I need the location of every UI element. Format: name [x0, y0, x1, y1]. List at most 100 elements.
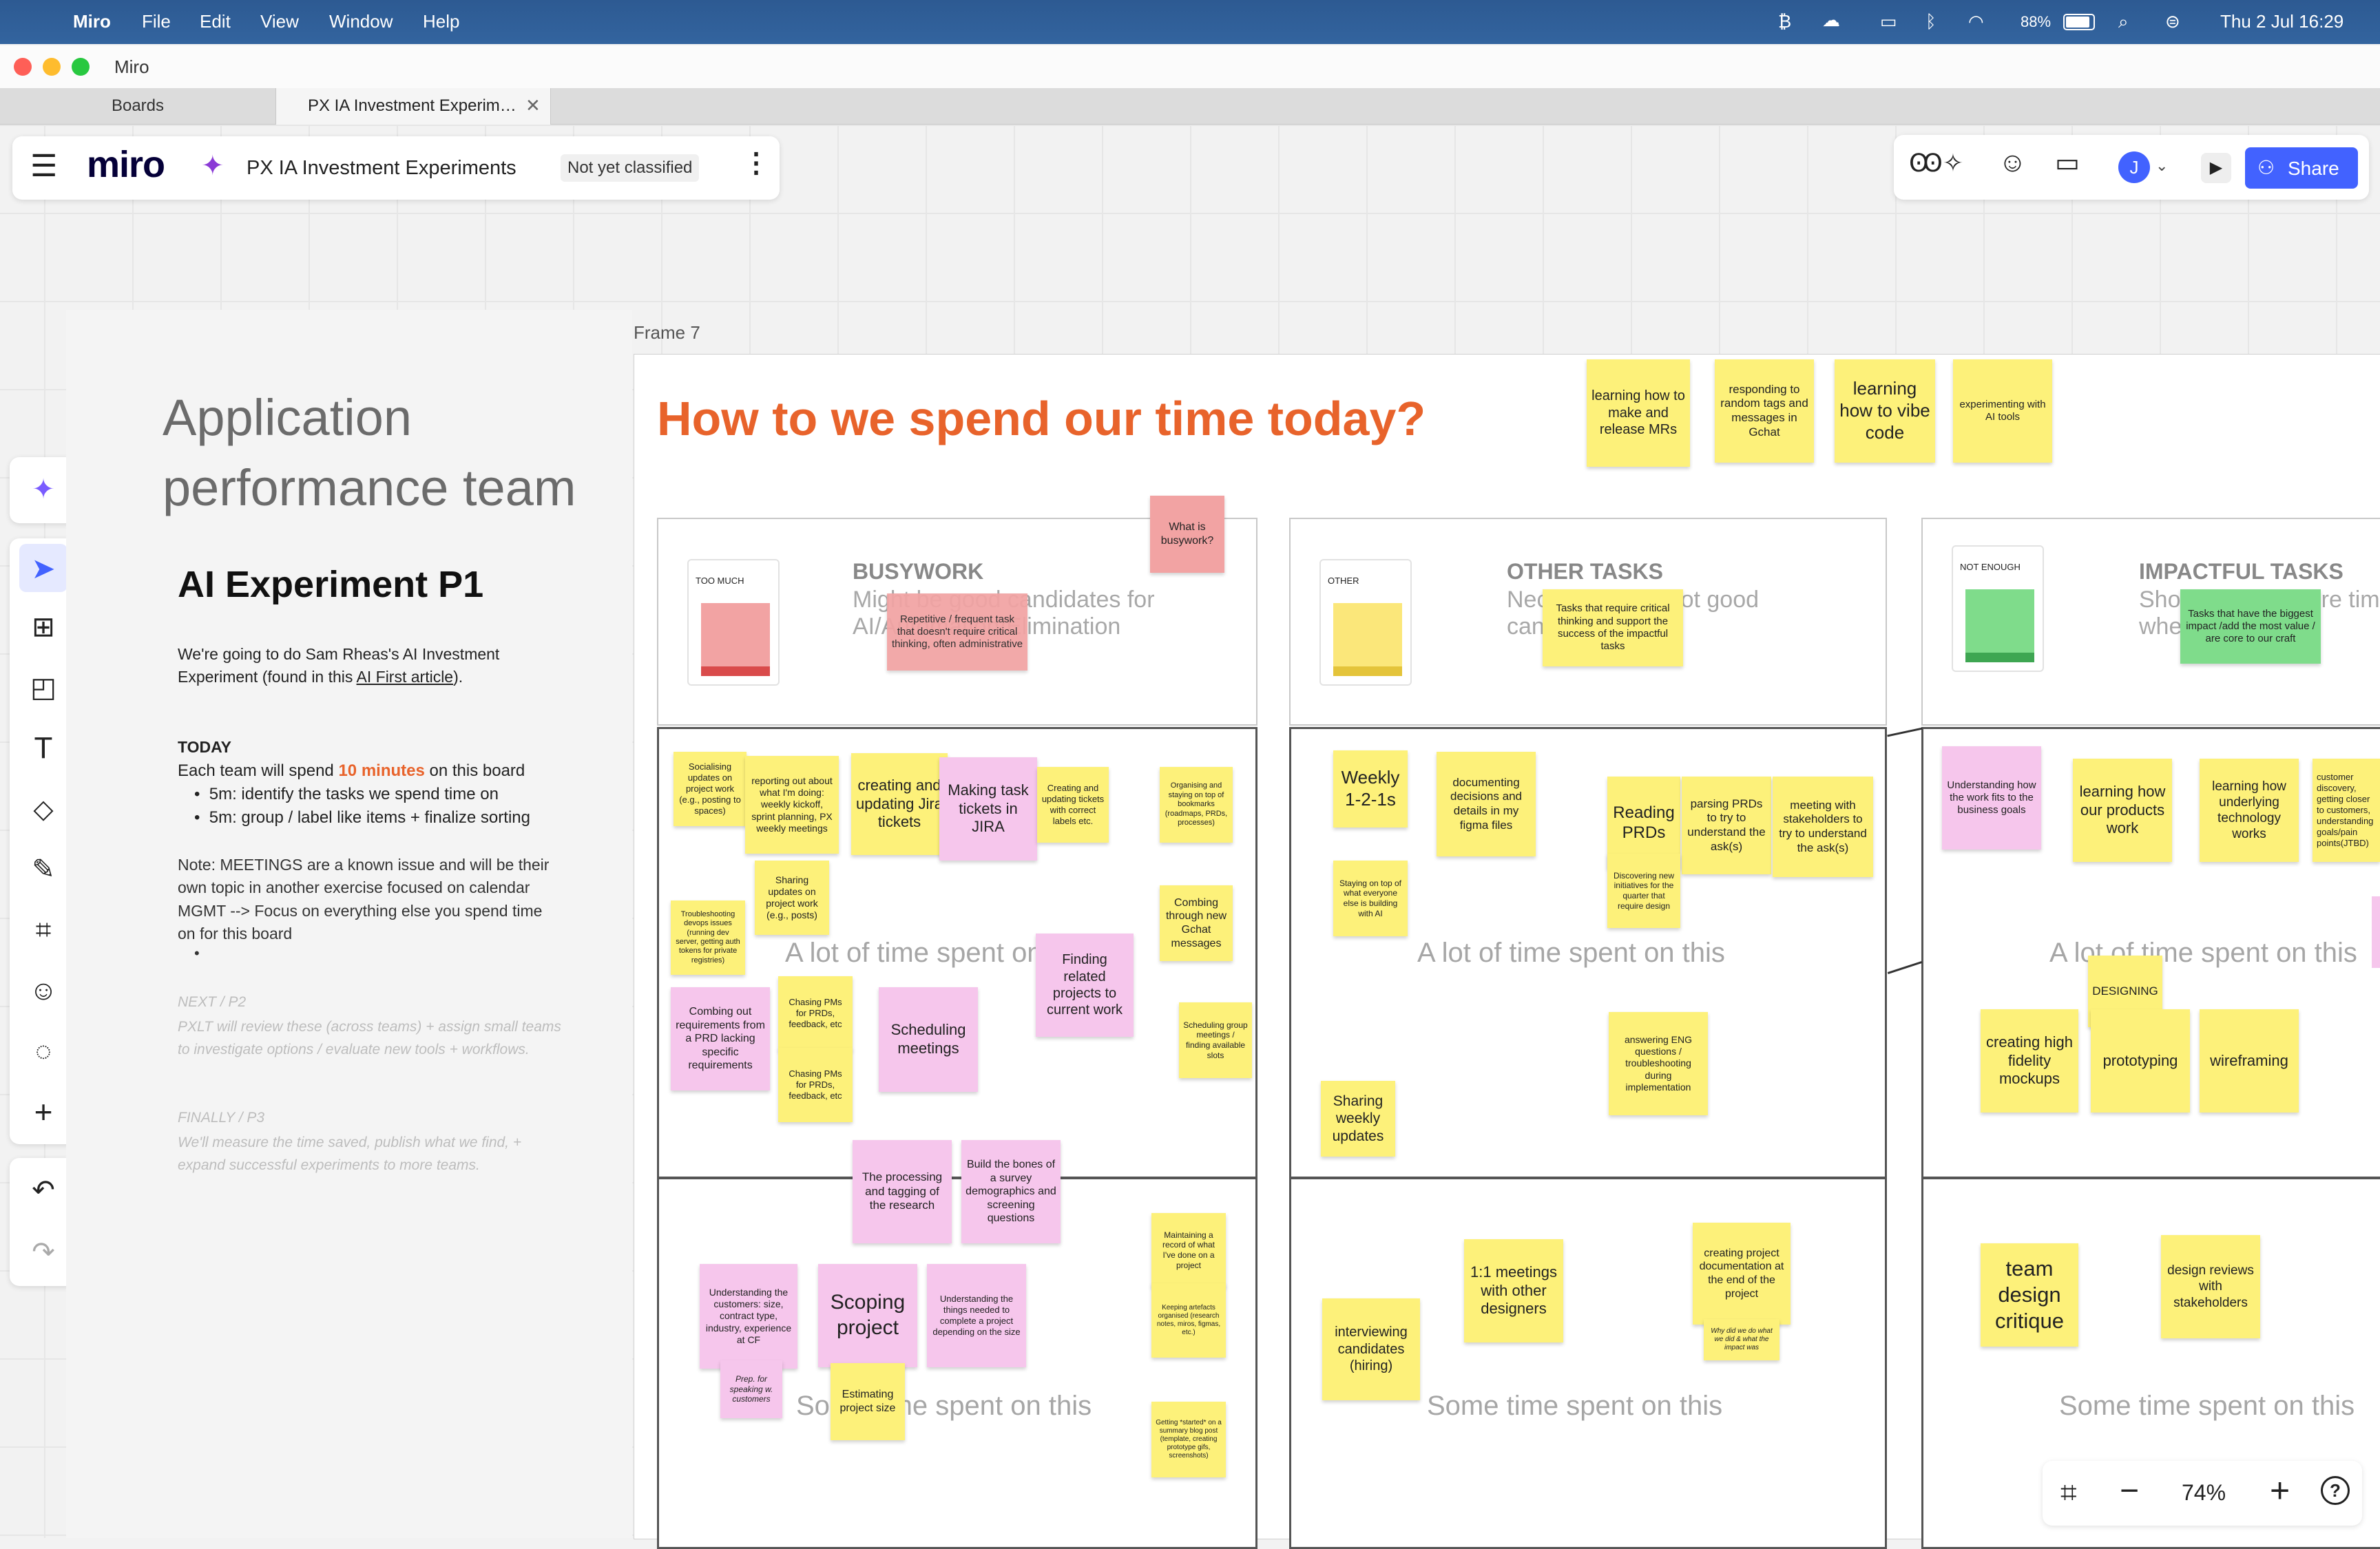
finally-text[interactable]: We'll measure the time saved, publish wh… [178, 1132, 563, 1177]
sticky-note[interactable]: Understanding the things needed to compl… [927, 1264, 1026, 1367]
classification-badge[interactable]: Not yet classified [561, 154, 700, 182]
sticky-note[interactable]: creating and updating Jira tickets [851, 753, 948, 855]
sticky-note[interactable]: learning how underlying technology works [2200, 759, 2299, 862]
sticky-note[interactable]: Combing through new Gchat messages [1160, 885, 1233, 961]
sticky-note[interactable]: responding to random tags and messages i… [1715, 359, 1814, 463]
sticky-note[interactable]: answering ENG questions / troubleshootin… [1609, 1012, 1708, 1115]
busywork-title[interactable]: BUSYWORK [853, 559, 983, 584]
impactful-title[interactable]: IMPACTFUL TASKS [2139, 559, 2344, 584]
sticky-note[interactable]: Creating and updating tickets with corre… [1037, 767, 1109, 843]
sticky-note[interactable]: experimenting with AI tools [1953, 359, 2052, 463]
sticky-note[interactable]: Understanding the customers: size, contr… [700, 1264, 797, 1369]
sticky-note[interactable]: Making task tickets in JIRA [939, 757, 1037, 861]
redo-icon[interactable]: ↷ [19, 1228, 67, 1276]
add-more-icon[interactable]: + [19, 1088, 67, 1136]
shapes-icon[interactable]: ◇ [19, 785, 67, 833]
sticky-note[interactable]: Tasks that have the biggest impact /add … [2180, 589, 2321, 664]
tab-boards[interactable]: Boards [0, 88, 275, 124]
sticky-note[interactable]: Socialising updates on project work (e.g… [674, 752, 747, 826]
sticky-note[interactable]: Why did we do what we did & what the imp… [1704, 1319, 1779, 1360]
main-menu-icon[interactable]: ☰ [30, 149, 57, 184]
sticky-note[interactable]: meeting with stakeholders to try to unde… [1773, 777, 1873, 877]
sticky-note[interactable]: learning how to make and release MRs [1587, 359, 1690, 467]
sticky-note[interactable]: reporting out about what I'm doing: week… [745, 756, 839, 854]
board-name[interactable]: PX IA Investment Experiments [247, 157, 516, 180]
sticky-note-edge[interactable] [2372, 896, 2380, 968]
sticky-note[interactable]: Weekly 1-2-1s [1333, 750, 1408, 828]
menu-app-name[interactable]: Miro [73, 11, 111, 32]
reactions-icon[interactable]: Ꙭ✧ [1909, 149, 1963, 178]
comments-bubble-icon[interactable]: ☺ [1998, 147, 2027, 178]
menu-window[interactable]: Window [329, 11, 393, 32]
sticky-note[interactable]: wireframing [2200, 1009, 2299, 1113]
status-app-icon[interactable]: ₿ [1778, 11, 1791, 32]
team-title[interactable]: Application performance team [163, 383, 617, 523]
sticky-note[interactable]: prototyping [2091, 1009, 2190, 1113]
sticky-note[interactable]: Sharing weekly updates [1321, 1081, 1395, 1157]
sticky-note[interactable]: What is busywork? [1150, 496, 1224, 573]
sticky-note[interactable]: customer discovery, getting closer to cu… [2313, 759, 2380, 862]
sticky-note[interactable]: The processing and tagging of the resear… [853, 1140, 952, 1243]
comment-icon[interactable]: ◌ [19, 1027, 67, 1075]
sticky-note[interactable]: Maintaining a record of what I've done o… [1151, 1213, 1226, 1287]
stickers-icon[interactable]: ☺ [19, 967, 67, 1015]
tab-active-board[interactable]: PX IA Investment Experim… ✕ [275, 88, 551, 125]
sticky-note[interactable]: Prep. for speaking w. customers [720, 1360, 782, 1418]
legend-card-busywork[interactable]: TOO MUCH [687, 559, 780, 686]
sticky-note[interactable]: Chasing PMs for PRDs, feedback, etc [778, 976, 853, 1051]
meetings-note[interactable]: Note: MEETINGS are a known issue and wil… [178, 854, 563, 945]
sticky-note[interactable]: Estimating project size [831, 1363, 905, 1440]
sticky-note[interactable]: learning how to vibe code [1835, 359, 1935, 463]
sticky-note[interactable]: learning how our products work [2073, 759, 2172, 862]
sticky-note[interactable]: Organising and staying on top of bookmar… [1160, 767, 1233, 843]
sticky-note[interactable]: interviewing candidates (hiring) [1322, 1298, 1420, 1400]
menu-help[interactable]: Help [423, 11, 459, 32]
window-minimize-button[interactable] [43, 58, 61, 76]
sticky-note[interactable]: Discovering new initiatives for the quar… [1607, 854, 1680, 928]
help-icon[interactable]: ? [2321, 1476, 2350, 1505]
legend-card-impactful[interactable]: NOT ENOUGH [1952, 545, 2044, 672]
text-tool-icon[interactable]: T [19, 724, 67, 772]
sticky-note[interactable]: 1:1 meetings with other designers [1464, 1239, 1563, 1342]
legend-card-other[interactable]: OTHER [1319, 559, 1412, 686]
next-text[interactable]: PXLT will review these (across teams) + … [178, 1016, 563, 1061]
sticky-note[interactable]: Finding related projects to current work [1036, 934, 1134, 1037]
ai-first-article-link[interactable]: AI First article [357, 668, 454, 686]
pen-icon[interactable]: ✎ [19, 845, 67, 894]
sticky-note[interactable]: Getting *started* on a summary blog post… [1151, 1402, 1226, 1477]
undo-icon[interactable]: ↶ [19, 1166, 67, 1214]
sticky-note[interactable]: Scoping project [818, 1264, 917, 1367]
tab-close-icon[interactable]: ✕ [525, 95, 541, 116]
battery-icon[interactable] [2063, 14, 2095, 30]
sticky-note[interactable]: Troubleshooting devops issues (running d… [671, 900, 745, 975]
zoom-out-icon[interactable]: − [2120, 1472, 2139, 1510]
main-title[interactable]: How to we spend our time today? [657, 391, 1426, 446]
sticky-note[interactable]: Scheduling meetings [879, 987, 978, 1092]
sticky-note-icon[interactable]: ◰ [19, 664, 67, 712]
video-call-icon[interactable]: ▭ [2055, 147, 2080, 178]
frame-icon[interactable]: ⌗ [19, 906, 67, 954]
sticky-note[interactable]: creating high fidelity mockups [1981, 1009, 2078, 1113]
zoom-level[interactable]: 74% [2182, 1480, 2226, 1506]
window-zoom-button[interactable] [72, 58, 90, 76]
sticky-note[interactable]: Combing out requirements from a PRD lack… [671, 987, 770, 1090]
sticky-note[interactable]: Tasks that require critical thinking and… [1543, 589, 1683, 666]
select-cursor-icon[interactable]: ➤ [19, 544, 67, 592]
share-button[interactable]: ⚇ Share [2245, 147, 2358, 189]
today-text[interactable]: Each team will spend 10 minutes on this … [178, 761, 525, 781]
display-icon[interactable]: ▭ [1880, 11, 1897, 32]
sticky-note[interactable]: team design critique [1981, 1243, 2078, 1347]
sticky-note[interactable]: documenting decisions and details in my … [1437, 752, 1536, 856]
menu-edit[interactable]: Edit [200, 11, 231, 32]
sticky-note[interactable]: Staying on top of what everyone else is … [1333, 861, 1408, 936]
ai-sparkle-icon[interactable]: ✦ [19, 465, 67, 514]
sticky-note[interactable]: parsing PRDs to try to understand the as… [1682, 777, 1771, 874]
sticky-note[interactable]: Understanding how the work fits to the b… [1942, 746, 2041, 850]
intro-text[interactable]: We're going to do Sam Rheas's AI Investm… [178, 643, 563, 689]
experiment-title[interactable]: AI Experiment P1 [178, 563, 483, 606]
sticky-note[interactable]: Build the bones of a survey demographics… [961, 1140, 1061, 1243]
sticky-note[interactable]: Scheduling group meetings / finding avai… [1179, 1002, 1252, 1078]
other-title[interactable]: OTHER TASKS [1507, 559, 1663, 584]
sticky-note[interactable]: Sharing updates on project work (e.g., p… [755, 861, 829, 935]
sticky-note[interactable]: Repetitive / frequent task that doesn't … [887, 593, 1027, 671]
